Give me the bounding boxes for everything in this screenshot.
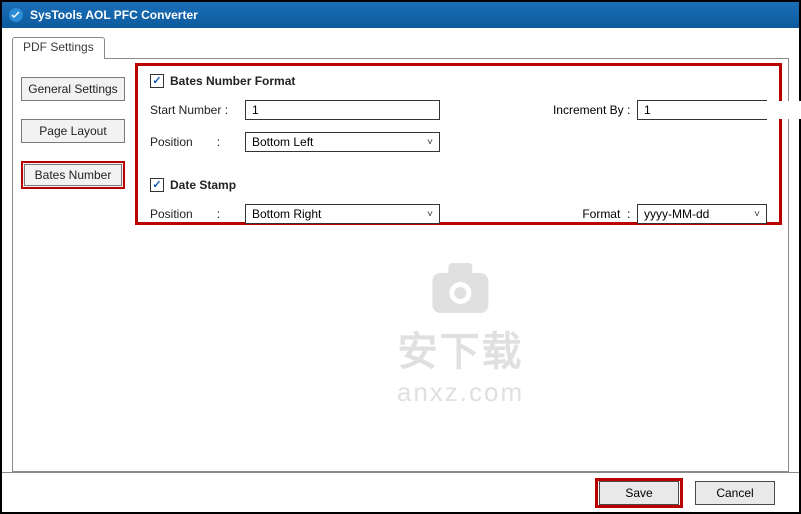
datestamp-section-title: Date Stamp	[170, 178, 236, 192]
increment-label: Increment By :	[553, 103, 637, 117]
watermark: 安下载 anxz.com	[397, 259, 524, 408]
start-number-row: Start Number : Increment By : ▲ ▼	[150, 100, 767, 120]
datestamp-checkbox[interactable]	[150, 178, 164, 192]
sidebar-item-label: Page Layout	[39, 124, 106, 138]
sidebar-item-label: General Settings	[28, 82, 117, 96]
tab-label: PDF Settings	[23, 40, 94, 54]
start-number-label: Start Number :	[150, 103, 245, 117]
tab-pdf-settings[interactable]: PDF Settings	[12, 37, 105, 59]
watermark-url: anxz.com	[397, 377, 524, 408]
chevron-down-icon: ˅	[427, 137, 433, 148]
main-panel: Bates Number Format Start Number : Incre…	[133, 59, 788, 471]
datestamp-format-value: yyyy-MM-dd	[644, 207, 709, 221]
footer: Save Cancel	[2, 472, 799, 512]
increment-spinner[interactable]: ▲ ▼	[637, 100, 767, 120]
chevron-down-icon: ˅	[754, 209, 760, 220]
settings-highlight: Bates Number Format Start Number : Incre…	[135, 63, 782, 225]
sidebar: General Settings Page Layout Bates Numbe…	[13, 59, 133, 471]
chevron-down-icon: ˅	[427, 209, 433, 220]
datestamp-position-label: Position:	[150, 207, 245, 221]
save-highlight: Save	[595, 478, 683, 508]
sidebar-item-page-layout[interactable]: Page Layout	[21, 119, 125, 143]
bates-position-label: Position:	[150, 135, 245, 149]
datestamp-checkbox-row: Date Stamp	[150, 178, 767, 192]
datestamp-format-label: Format :	[582, 207, 637, 221]
bates-checkbox[interactable]	[150, 74, 164, 88]
start-number-input[interactable]	[245, 100, 440, 120]
datestamp-position-row: Position: Bottom Right ˅ Format : yyyy-M…	[150, 204, 767, 224]
bates-checkbox-row: Bates Number Format	[150, 74, 767, 88]
increment-input[interactable]	[638, 101, 801, 119]
datestamp-format-select[interactable]: yyyy-MM-dd ˅	[637, 204, 767, 224]
cancel-label: Cancel	[716, 486, 753, 500]
sidebar-item-bates-number[interactable]: Bates Number	[21, 161, 125, 189]
datestamp-position-select[interactable]: Bottom Right ˅	[245, 204, 440, 224]
app-icon	[8, 7, 24, 23]
tab-panel: General Settings Page Layout Bates Numbe…	[12, 58, 789, 472]
datestamp-position-value: Bottom Right	[252, 207, 321, 221]
bates-section-title: Bates Number Format	[170, 74, 295, 88]
bates-position-value: Bottom Left	[252, 135, 313, 149]
bates-position-row: Position: Bottom Left ˅	[150, 132, 767, 152]
tab-strip: PDF Settings	[12, 36, 789, 58]
sidebar-item-general-settings[interactable]: General Settings	[21, 77, 125, 101]
bates-position-select[interactable]: Bottom Left ˅	[245, 132, 440, 152]
sidebar-item-label: Bates Number	[35, 168, 112, 182]
save-label: Save	[625, 486, 652, 500]
cancel-button[interactable]: Cancel	[695, 481, 775, 505]
save-button[interactable]: Save	[599, 481, 679, 505]
titlebar: SysTools AOL PFC Converter	[2, 2, 799, 28]
watermark-text: 安下载	[397, 319, 524, 377]
app-title: SysTools AOL PFC Converter	[30, 8, 198, 22]
